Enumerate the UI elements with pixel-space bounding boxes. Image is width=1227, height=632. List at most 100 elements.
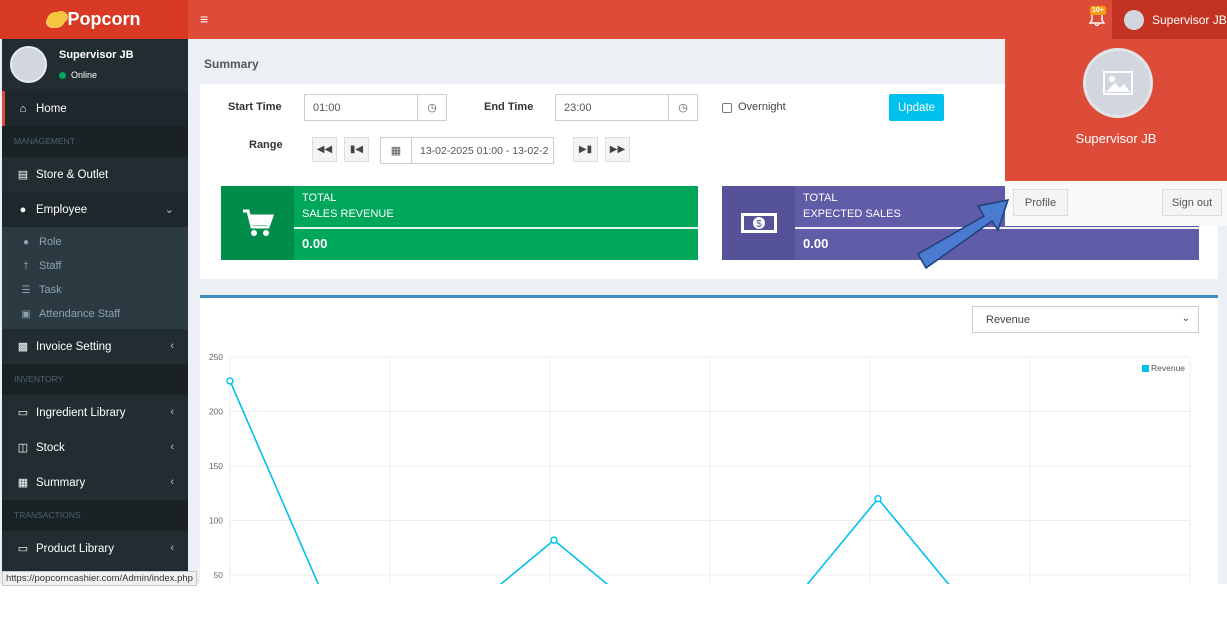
sidebar-subitem-attendance-staff[interactable]: ▣ Attendance Staff	[2, 302, 188, 326]
card-divider	[294, 227, 698, 229]
sidebar-item-home[interactable]: ⌂ Home	[2, 91, 188, 126]
sidebar-item-label: Home	[36, 102, 67, 115]
revenue-line-chart: 50 100 150 200 250	[209, 352, 1191, 584]
sidebar-user-panel: Supervisor JB Online	[2, 39, 188, 91]
dropdown-user-name: Supervisor JB	[1075, 131, 1157, 146]
notification-badge: 10+	[1090, 6, 1106, 15]
y-tick-label: 50	[214, 570, 224, 580]
chevron-down-icon: ⌄	[1181, 313, 1190, 324]
employee-submenu: ● Role † Staff ☰ Task ▣ Attendance Staff	[2, 227, 188, 329]
money-icon: ▩	[17, 341, 29, 353]
screen: Popcorn ≡ 10+ Supervisor JB Supervisor J…	[0, 0, 1227, 584]
page-title: Summary	[204, 57, 259, 71]
sidebar-item-store-outlet[interactable]: ▤ Store & Outlet	[2, 157, 188, 192]
end-time-label: End Time	[484, 101, 534, 113]
chart-legend: Revenue	[1142, 363, 1185, 373]
brand-name: Popcorn	[67, 9, 141, 29]
sidebar-subitem-label: Staff	[39, 260, 62, 272]
sidebar-avatar	[10, 46, 47, 83]
users-icon: ●	[19, 203, 27, 216]
legend-swatch	[1142, 364, 1149, 372]
popcorn-icon	[47, 11, 66, 28]
online-status: Online	[59, 70, 97, 80]
profile-button[interactable]: Profile	[1013, 189, 1068, 216]
shopping-cart-icon	[221, 186, 294, 260]
step-backward-icon[interactable]: ▮◀	[344, 137, 369, 162]
sidebar-item-product-library[interactable]: ▭ Product Library ‹	[2, 531, 188, 566]
navbar-user-name: Supervisor JB	[1152, 12, 1227, 27]
sidebar-item-label: Employee	[36, 203, 88, 216]
sidebar-item-stock[interactable]: ◫ Stock ‹	[2, 430, 188, 465]
sidebar-subitem-staff[interactable]: † Staff	[2, 254, 188, 278]
y-tick-label: 150	[209, 461, 223, 471]
table-icon: ▦	[17, 477, 29, 489]
sidebar-subitem-label: Task	[39, 284, 62, 296]
sidebar-subitem-role[interactable]: ● Role	[2, 230, 188, 254]
annotation-arrow-icon	[916, 199, 1010, 270]
chevron-left-icon: ‹	[170, 340, 174, 352]
sales-revenue-card: TOTAL SALES REVENUE 0.00	[221, 186, 698, 260]
start-time-input[interactable]: 01:00	[304, 94, 418, 121]
calendar-icon[interactable]: ▦	[380, 137, 412, 164]
y-tick-label: 100	[209, 516, 223, 526]
y-tick-label: 200	[209, 407, 223, 417]
bank-icon: ▤	[17, 169, 29, 181]
book-icon: ▭	[17, 407, 29, 419]
data-point	[550, 536, 558, 544]
chevron-down-icon: ⌄	[164, 204, 174, 216]
online-status-text: Online	[71, 70, 98, 80]
sidebar-item-label: Ingredient Library	[36, 406, 126, 419]
sidebar-item-invoice-setting[interactable]: ▩ Invoice Setting ‹	[2, 329, 188, 364]
card-title-line1: TOTAL	[803, 192, 838, 204]
end-time-input[interactable]: 23:00	[555, 94, 669, 121]
sidebar-item-ingredient-library[interactable]: ▭ Ingredient Library ‹	[2, 395, 188, 430]
navbar-avatar	[1124, 9, 1144, 30]
clock-icon[interactable]: ◷	[668, 94, 698, 121]
fast-backward-icon[interactable]: ◀◀	[312, 137, 337, 162]
overnight-checkbox[interactable]	[722, 103, 732, 113]
sidebar-subitem-task[interactable]: ☰ Task	[2, 278, 188, 302]
expected-sales-value: 0.00	[803, 236, 829, 251]
sidebar-item-label: Store & Outlet	[36, 168, 109, 181]
sidebar-subitem-label: Role	[39, 236, 62, 248]
date-range-input[interactable]: 13-02-2025 01:00 - 13-02-2	[411, 137, 554, 164]
clock-icon[interactable]: ◷	[417, 94, 447, 121]
svg-text:$: $	[756, 219, 762, 230]
online-dot-icon	[59, 71, 66, 79]
tasks-icon: ☰	[21, 284, 31, 296]
brand-logo[interactable]: Popcorn	[0, 0, 188, 39]
overnight-label: Overnight	[738, 101, 786, 113]
book-icon: ▭	[17, 543, 29, 555]
sidebar-subitem-label: Attendance Staff	[39, 308, 121, 320]
menu-toggle-icon[interactable]: ≡	[200, 11, 212, 27]
sidebar-item-label: Product Library	[36, 542, 114, 555]
start-time-label: Start Time	[228, 101, 282, 113]
sidebar-item-summary[interactable]: ▦ Summary ‹	[2, 465, 188, 500]
users-icon: ●	[22, 236, 30, 248]
range-label: Range	[249, 139, 283, 151]
top-navbar: ≡	[188, 0, 1227, 39]
chart-metric-value: Revenue	[986, 313, 1031, 326]
sidebar-item-employee[interactable]: ● Employee ⌄	[2, 192, 188, 227]
database-icon: ◫	[17, 442, 29, 454]
chevron-left-icon: ‹	[170, 476, 174, 488]
money-bill-icon: $	[722, 186, 795, 260]
user-dropdown-footer: Profile Sign out	[1005, 181, 1227, 226]
sidebar-header-transactions: TRANSACTIONS	[2, 500, 188, 531]
sign-out-button[interactable]: Sign out	[1162, 189, 1222, 216]
chart-metric-select[interactable]: Revenue ⌄	[972, 306, 1199, 333]
sidebar-item-label: Summary	[36, 476, 86, 489]
navbar-user-menu[interactable]: Supervisor JB	[1112, 0, 1227, 39]
home-icon: ⌂	[19, 102, 27, 115]
update-button[interactable]: Update	[889, 94, 944, 121]
sales-revenue-value: 0.00	[302, 236, 328, 251]
male-icon: †	[23, 260, 29, 272]
step-forward-icon[interactable]: ▶▮	[573, 137, 598, 162]
user-image-icon	[1083, 48, 1153, 118]
user-dropdown-header: Supervisor JB	[1005, 39, 1227, 181]
chevron-left-icon: ‹	[170, 441, 174, 453]
card-title-line2: EXPECTED SALES	[803, 208, 901, 220]
chevron-left-icon: ‹	[170, 406, 174, 418]
fast-forward-icon[interactable]: ▶▶	[605, 137, 630, 162]
sidebar-user-name: Supervisor JB	[59, 49, 134, 61]
